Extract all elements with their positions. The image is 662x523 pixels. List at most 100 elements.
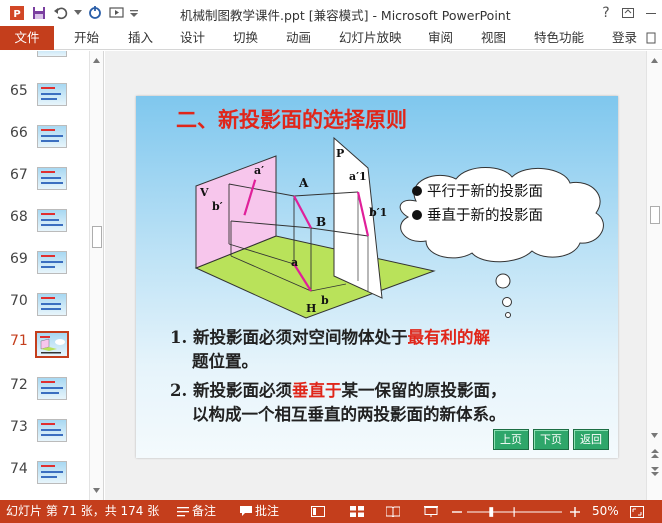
label-a: A [298,176,309,190]
slide-thumbnail-71[interactable]: 71 [0,331,88,375]
slide-thumbnail-69[interactable]: 69 [0,251,88,293]
cloud-item-1-text: 平行于新的投影面 [427,184,543,200]
tab-transitions[interactable]: 切换 [233,26,258,50]
slide-scrollbar[interactable] [646,51,662,500]
slide-editing-area[interactable]: 二、新投影面的选择原则 V a′ b′ A B P a′1 b′1 a b H … [105,51,646,500]
slide-number: 74 [10,461,28,477]
cloud-item-2: 垂直于新的投影面 [412,204,543,225]
account-icon[interactable] [640,26,662,50]
scroll-down-icon[interactable] [90,483,103,497]
label-a-prime: a′ [254,164,264,177]
tab-special-features[interactable]: 特色功能 [534,26,584,50]
tab-insert[interactable]: 插入 [128,26,153,50]
tab-file[interactable]: 文件 [0,26,54,50]
comments-label: 批注 [255,504,280,518]
normal-view-icon[interactable] [311,500,328,523]
thumbnails-scrollbar[interactable] [89,51,103,500]
title-bar: P 机械制图教学课件.ppt [兼容模式] - Microsoft PowerP… [0,0,662,26]
slide-thumbnail-partial[interactable] [0,51,88,85]
slide-show-icon[interactable] [424,500,441,523]
fit-slide-to-window-icon[interactable] [630,500,647,523]
start-from-beginning-icon[interactable] [106,2,128,24]
slide-number: 69 [10,251,28,267]
point-2-highlight: 垂直于 [291,381,342,400]
slide-thumbnail-image[interactable] [37,461,67,484]
label-p: P [336,147,344,160]
point-2-number: 2. [170,381,188,400]
label-b: B [316,215,326,229]
return-button[interactable]: 返回 [573,429,609,450]
slide-thumbnail-74[interactable]: 74 [0,461,88,500]
zoom-slider-thumb[interactable] [489,506,494,517]
scrollbar-thumb[interactable] [92,226,102,248]
customize-toolbar-icon[interactable] [128,2,140,24]
zoom-in-button[interactable] [570,500,583,523]
slide-thumbnail-image[interactable] [37,419,67,442]
scrollbar-thumb[interactable] [650,206,660,224]
slide-thumbnail-70[interactable]: 70 [0,293,88,335]
point-1-number: 1. [170,328,188,347]
prev-page-button[interactable]: 上页 [493,429,529,450]
undo-icon[interactable] [50,2,72,24]
scroll-down-icon[interactable] [647,428,662,442]
minimize-icon[interactable] [641,3,661,23]
scroll-up-icon[interactable] [647,53,662,67]
slide-number-active: 71 [10,333,28,349]
cloud-item-1: 平行于新的投影面 [412,180,543,201]
tab-home[interactable]: 开始 [74,26,99,50]
slide-thumbnail-image[interactable] [37,125,67,148]
slide-thumbnail-image[interactable] [37,293,67,316]
zoom-level[interactable]: 50% [592,500,619,523]
zoom-out-button[interactable] [452,500,465,523]
point-1-text: 新投影面必须对空间物体处于 [192,328,408,347]
slide-thumbnail-image[interactable] [37,51,67,57]
slide-thumbnail-67[interactable]: 67 [0,167,88,209]
tab-view[interactable]: 视图 [481,26,506,50]
tab-animations[interactable]: 动画 [286,26,311,50]
tab-review[interactable]: 审阅 [428,26,453,50]
comments-button[interactable]: 批注 [240,500,279,523]
point-2-line-2: 以构成一个相互垂直的两投影面的新体系。 [192,405,506,424]
tab-design[interactable]: 设计 [180,26,205,50]
bullet-icon [412,186,422,196]
slide-thumbnail-65[interactable]: 65 [0,83,88,125]
ribbon-tabs: 文件 开始 插入 设计 切换 动画 幻灯片放映 审阅 视图 特色功能 登录 [0,26,662,50]
point-2-line-1: 2. 新投影面必须垂直于某一保留的原投影面， [170,377,506,401]
slide-sorter-view-icon[interactable] [350,500,367,523]
slide-thumbnail-image[interactable] [37,251,67,274]
help-button[interactable]: ? [596,3,616,23]
notes-button[interactable]: 备注 [177,500,216,523]
label-v: V [199,186,209,199]
zoom-slider[interactable] [467,500,565,523]
slide-thumbnail-image[interactable] [37,377,67,400]
reading-view-icon[interactable] [386,500,403,523]
slide-thumbnails-panel[interactable]: 65 66 67 68 69 70 71 72 73 74 [0,51,104,500]
next-slide-icon[interactable] [647,464,662,478]
scroll-up-icon[interactable] [90,53,103,67]
label-b1-prime: b′1 [369,206,387,219]
slide-number: 68 [10,209,28,225]
slide-number: 72 [10,377,28,393]
slide-thumbnail-image[interactable] [37,167,67,190]
slide-thumbnail-68[interactable]: 68 [0,209,88,251]
undo-dropdown-icon[interactable] [72,2,84,24]
next-page-button[interactable]: 下页 [533,429,569,450]
notes-icon [177,506,189,516]
slide-thumbnail-72[interactable]: 72 [0,377,88,419]
slide-thumbnail-image[interactable] [37,209,67,232]
ribbon-display-options-icon[interactable] [618,3,638,23]
label-a1-prime: a′1 [349,170,367,183]
quick-access-toolbar: P [0,0,140,26]
current-slide[interactable]: 二、新投影面的选择原则 V a′ b′ A B P a′1 b′1 a b H … [136,96,618,458]
tab-slide-show[interactable]: 幻灯片放映 [339,26,402,50]
login-link[interactable]: 登录 [612,26,637,50]
slide-thumbnail-73[interactable]: 73 [0,419,88,461]
slide-thumbnail-image[interactable] [37,83,67,106]
powerpoint-logo-icon[interactable]: P [6,2,28,24]
slide-thumbnail-66[interactable]: 66 [0,125,88,167]
redo-icon[interactable] [84,2,106,24]
previous-slide-icon[interactable] [647,446,662,460]
cloud-item-2-text: 垂直于新的投影面 [427,208,543,224]
save-icon[interactable] [28,2,50,24]
slide-thumbnail-image-active[interactable] [35,331,69,358]
